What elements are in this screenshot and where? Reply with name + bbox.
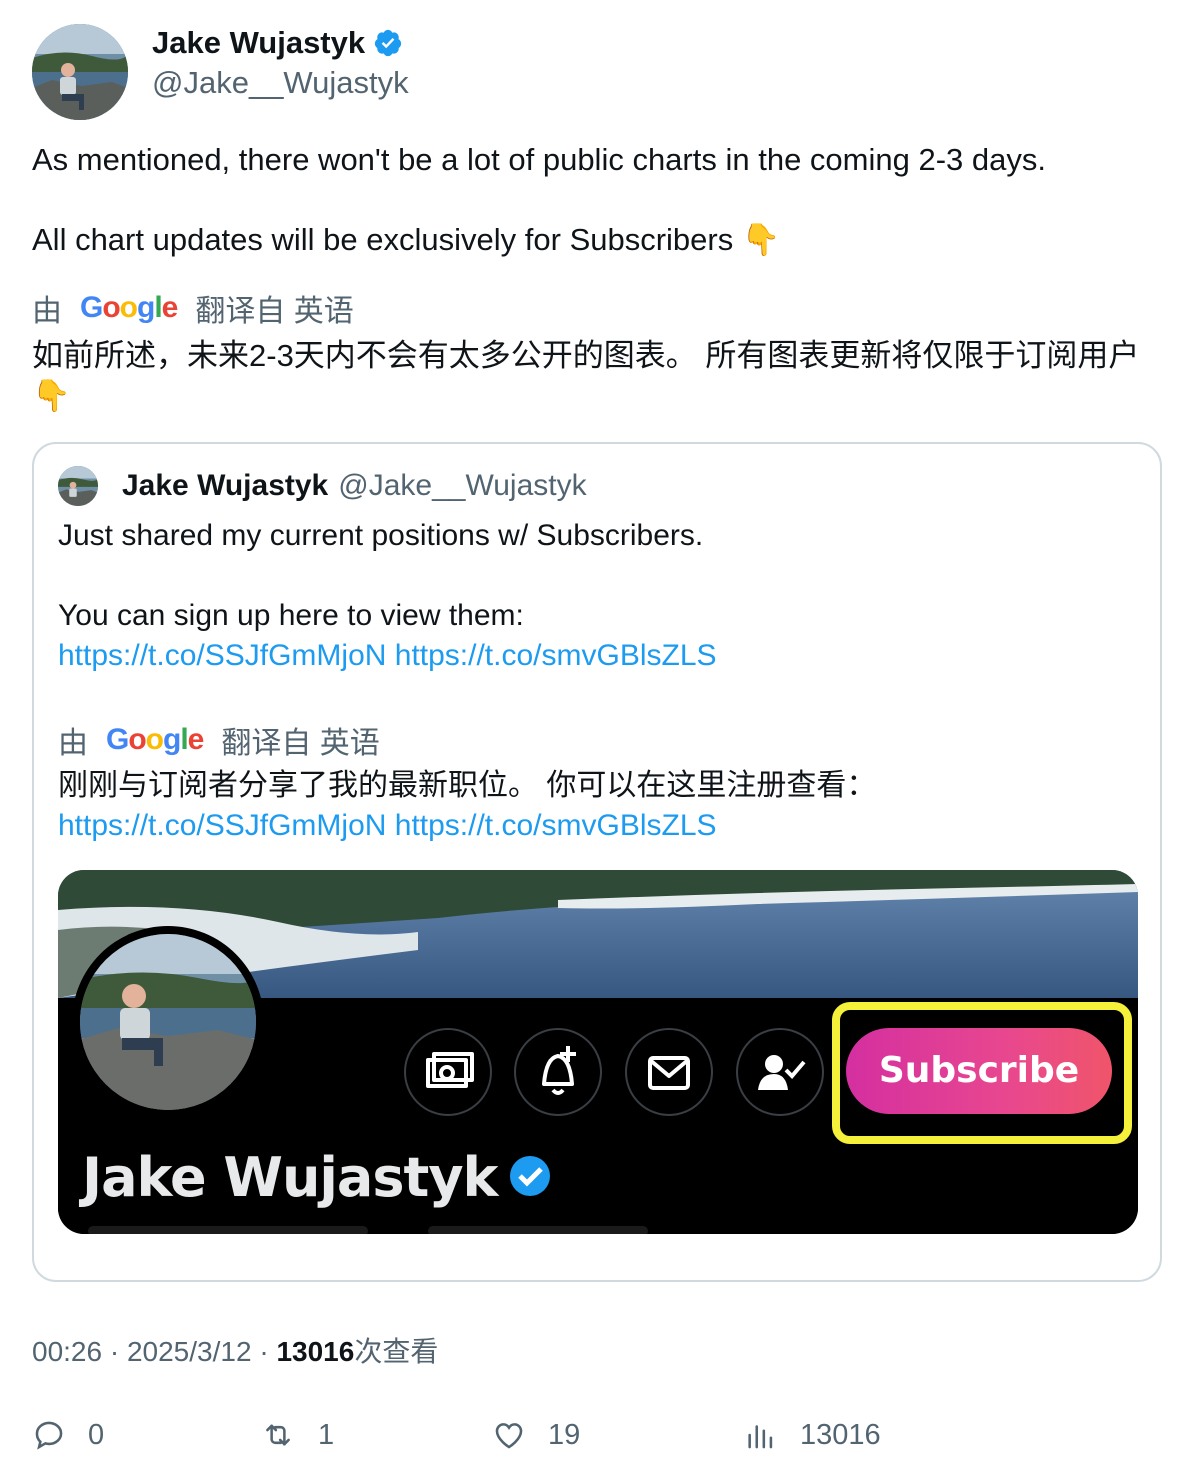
pointing-down-emoji-icon: 👇	[741, 222, 781, 258]
quoted-author-avatar	[58, 466, 98, 506]
quoted-translated-text: 刚刚与订阅者分享了我的最新职位。 你可以在这里注册查看： https://t.c…	[58, 766, 1138, 846]
quoted-line-1: Just shared my current positions w/ Subs…	[58, 519, 704, 552]
google-logo-icon: Google	[80, 291, 178, 324]
quoted-link-1[interactable]: https://t.co/SSJfGmMjoN	[58, 639, 386, 672]
quoted-translation-attribution[interactable]: 由 Google 翻译自 英语	[58, 718, 380, 762]
tweet-date[interactable]: 2025/3/12	[127, 1336, 252, 1367]
author-avatar[interactable]	[32, 24, 128, 120]
quoted-translation-prefix: 由	[58, 727, 88, 760]
tweet-line-1: As mentioned, there won't be a lot of pu…	[32, 142, 1046, 177]
tweet-meta: 00:26 · 2025/3/12 · 13016次查看	[32, 1330, 438, 1370]
quoted-tweet-text: Just shared my current positions w/ Subs…	[58, 516, 1138, 676]
retweet-button[interactable]: 1	[260, 1418, 334, 1452]
reply-icon	[35, 1421, 63, 1450]
heart-icon	[495, 1423, 523, 1449]
tweet-text: As mentioned, there won't be a lot of pu…	[32, 140, 1162, 260]
tweet-header: Jake Wujastyk @Jake__Wujastyk	[32, 24, 832, 120]
quoted-translation-suffix: 翻译自 英语	[221, 727, 380, 760]
like-button[interactable]: 19	[492, 1418, 580, 1452]
quoted-author-name: Jake Wujastyk	[122, 469, 329, 502]
author-name[interactable]: Jake Wujastyk	[152, 24, 365, 62]
quoted-link-2[interactable]: https://t.co/smvGBlsZLS	[395, 639, 717, 672]
quoted-translated-line: 刚刚与订阅者分享了我的最新职位。 你可以在这里注册查看：	[58, 769, 877, 802]
translated-text: 如前所述，未来2-3天内不会有太多公开的图表。 所有图表更新将仅限于订阅用户👇	[32, 338, 1140, 413]
translation-attribution[interactable]: 由 Google 翻译自 英语	[32, 286, 354, 330]
action-bar: 0 1 19 13016	[32, 1418, 1162, 1458]
tweet-line-2: All chart updates will be exclusively fo…	[32, 222, 734, 257]
views-count: 13016	[800, 1418, 881, 1451]
quoted-translated-link-1[interactable]: https://t.co/SSJfGmMjoN	[58, 809, 386, 842]
quoted-media-image[interactable]: Subscribe Jake Wujastyk	[58, 870, 1138, 1234]
verified-badge-icon	[374, 29, 402, 57]
view-count-label: 次查看	[354, 1336, 439, 1367]
quoted-line-2: You can sign up here to view them:	[58, 599, 524, 632]
image-profile-name: Jake Wujastyk	[82, 1146, 498, 1209]
view-count: 13016	[276, 1336, 355, 1367]
translation-prefix: 由	[32, 295, 62, 328]
image-subscribe-button: Subscribe	[878, 1050, 1080, 1091]
analytics-icon	[748, 1425, 773, 1449]
like-count: 19	[548, 1418, 581, 1451]
translation-suffix: 翻译自 英语	[195, 295, 354, 328]
quoted-tweet[interactable]: Jake Wujastyk @Jake__Wujastyk Just share…	[32, 442, 1162, 1282]
reply-button[interactable]: 0	[32, 1418, 104, 1452]
meta-separator: ·	[259, 1336, 269, 1367]
meta-separator: ·	[109, 1336, 120, 1367]
retweet-icon	[266, 1424, 290, 1446]
views-button[interactable]: 13016	[744, 1418, 881, 1452]
tweet-time[interactable]: 00:26	[32, 1336, 102, 1367]
quoted-author-handle: @Jake__Wujastyk	[338, 469, 587, 502]
google-logo-icon: Google	[106, 723, 204, 756]
reply-count: 0	[88, 1418, 105, 1451]
author-handle[interactable]: @Jake__Wujastyk	[152, 64, 409, 102]
quoted-translated-link-2[interactable]: https://t.co/smvGBlsZLS	[395, 809, 717, 842]
retweet-count: 1	[318, 1418, 335, 1451]
